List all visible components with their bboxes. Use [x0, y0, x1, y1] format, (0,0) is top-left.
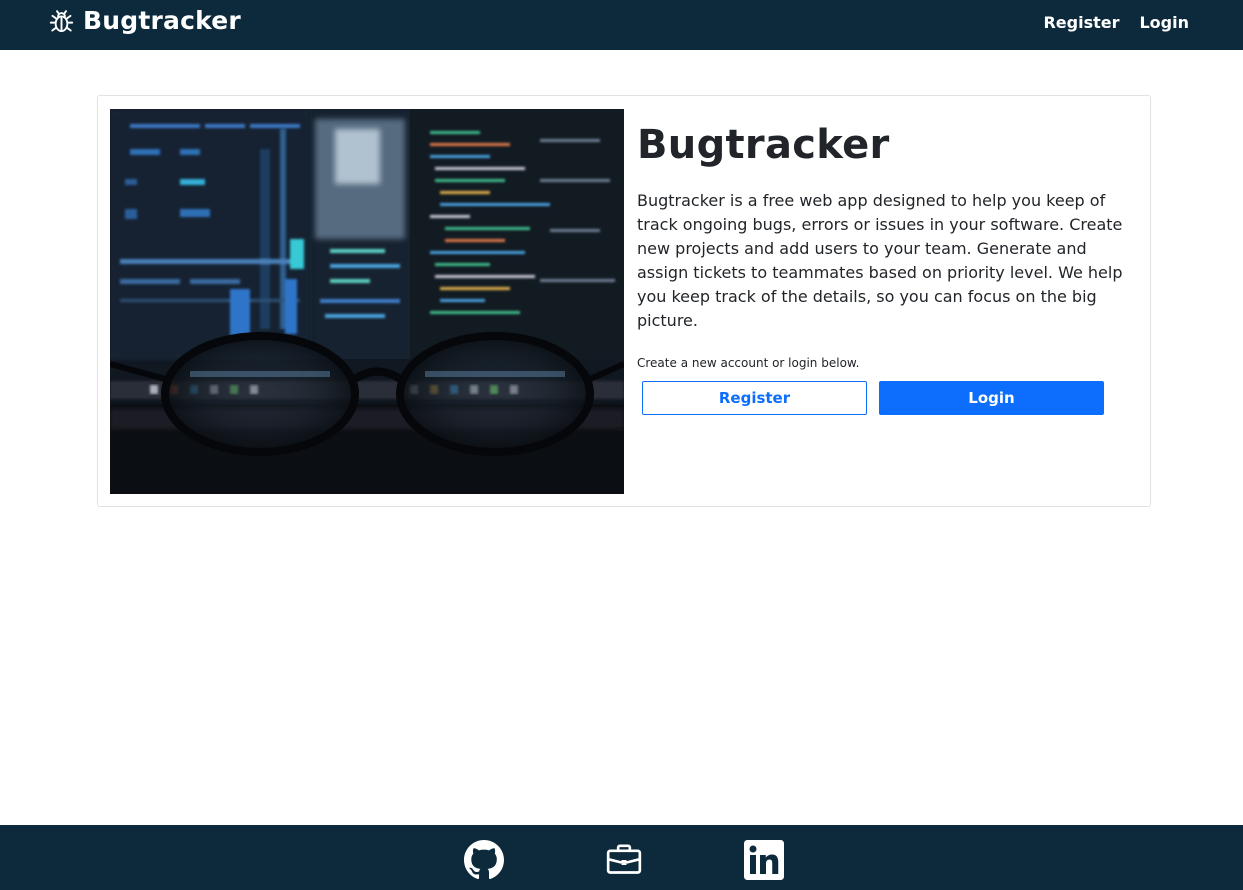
briefcase-icon — [606, 844, 642, 874]
portfolio-link[interactable] — [603, 839, 645, 881]
brand-link[interactable]: Bugtracker — [48, 6, 241, 35]
brand-title: Bugtracker — [83, 6, 241, 35]
login-button[interactable]: Login — [879, 381, 1104, 415]
linkedin-link[interactable] — [743, 839, 785, 881]
nav-links: Register Login — [1043, 12, 1189, 34]
nav-register-link[interactable]: Register — [1043, 12, 1119, 34]
code-screen-glasses-image — [110, 109, 624, 494]
card-body: Bugtracker Bugtracker is a free web app … — [637, 121, 1132, 371]
intro-card: Bugtracker Bugtracker is a free web app … — [97, 95, 1151, 507]
github-icon — [464, 840, 504, 880]
register-button[interactable]: Register — [642, 381, 867, 415]
card-description: Bugtracker is a free web app designed to… — [637, 191, 1123, 330]
github-link[interactable] — [463, 839, 505, 881]
action-buttons: Register Login — [642, 381, 1104, 415]
card-title: Bugtracker — [637, 122, 890, 168]
navbar: Bugtracker Register Login — [0, 0, 1243, 50]
bug-icon — [49, 10, 74, 33]
footer — [0, 825, 1243, 890]
hero-image — [110, 109, 624, 494]
card-hint: Create a new account or login below. — [637, 356, 860, 370]
nav-login-link[interactable]: Login — [1139, 12, 1189, 34]
linkedin-icon — [744, 840, 784, 880]
